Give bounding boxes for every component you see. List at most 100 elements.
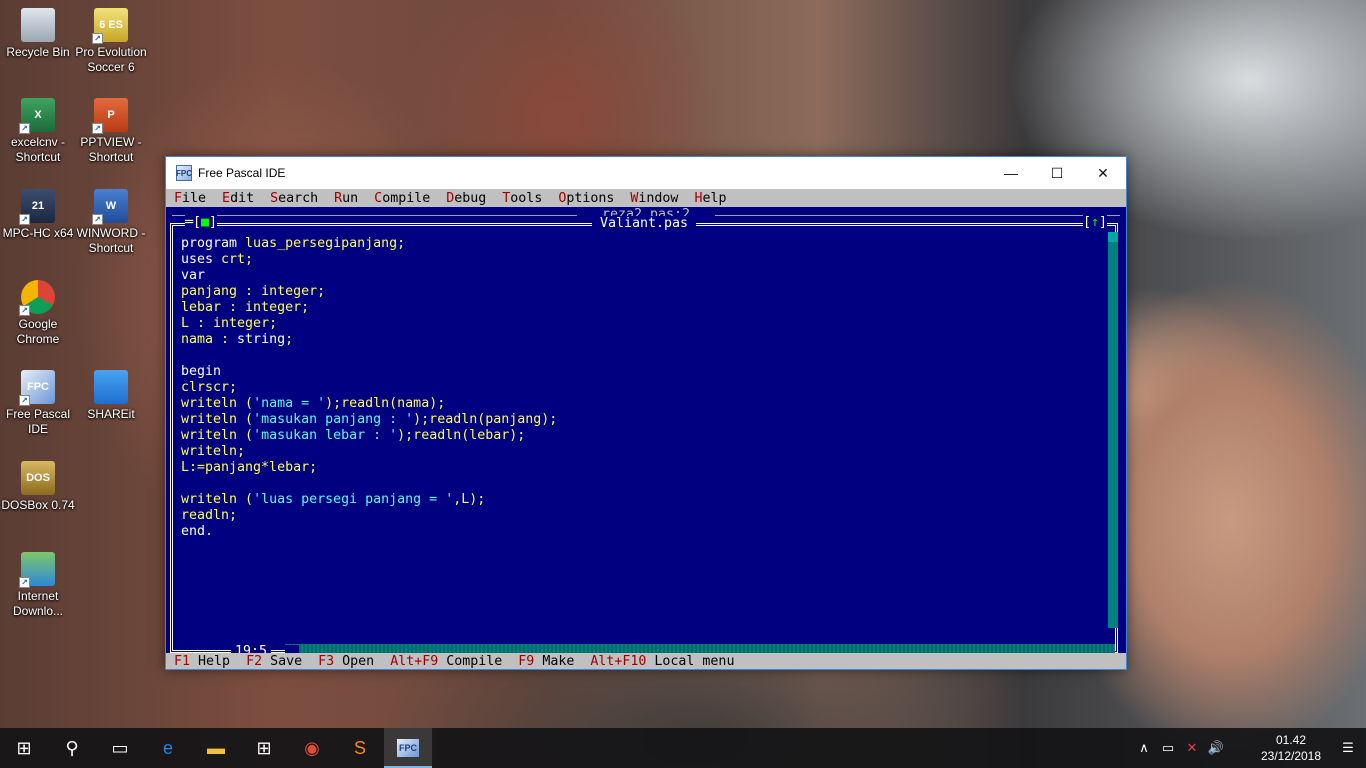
code-line[interactable]: L : integer; bbox=[181, 316, 1101, 332]
editor-zoom-box[interactable]: [↑] bbox=[1082, 215, 1107, 231]
code-line[interactable]: lebar : integer; bbox=[181, 300, 1101, 316]
code-area[interactable]: program luas_persegipanjang; uses crt; var… bbox=[181, 236, 1101, 626]
icon-glyph: X bbox=[34, 108, 42, 121]
status-help-button[interactable]: F1 Help bbox=[174, 654, 230, 669]
mpc-hc-icon: 21 ↗ bbox=[19, 189, 55, 225]
code-line[interactable]: L:=panjang*lebar; bbox=[181, 460, 1101, 476]
status-local-menu-button[interactable]: Alt+F10 Local menu bbox=[590, 654, 734, 669]
menu-options[interactable]: Options bbox=[558, 191, 614, 206]
code-line[interactable]: readln; bbox=[181, 508, 1101, 524]
menu-label: earch bbox=[278, 190, 319, 206]
status-key: F1 bbox=[174, 653, 199, 669]
desktop-icon[interactable]: 21 ↗ MPC-HC x64 bbox=[0, 189, 76, 241]
menu-label: indow bbox=[638, 190, 679, 206]
clock[interactable]: 01.42 23/12/2018 bbox=[1252, 732, 1330, 764]
shortcut-arrow-icon: ↗ bbox=[92, 33, 103, 44]
shortcut-arrow-icon: ↗ bbox=[19, 123, 30, 134]
code-line[interactable]: writeln ('masukan panjang : ');readln(pa… bbox=[181, 412, 1101, 428]
search-button[interactable]: ⚲ bbox=[48, 728, 96, 768]
edge-button[interactable]: e bbox=[144, 728, 192, 768]
status-key: Alt+F10 bbox=[590, 653, 655, 669]
desktop-icon-label: WINWORD - Shortcut bbox=[76, 226, 146, 255]
chrome-button[interactable]: ◉ bbox=[288, 728, 336, 768]
desktop-icon[interactable]: 6 ES ↗ Pro Evolution Soccer 6 bbox=[73, 8, 149, 75]
edge-icon: e bbox=[162, 737, 173, 758]
desktop-icon-label: excelcnv - Shortcut bbox=[10, 135, 66, 164]
store-button[interactable]: ⊞ bbox=[240, 728, 288, 768]
desktop-icon[interactable]: DOS DOSBox 0.74 bbox=[0, 461, 76, 513]
clock-time: 01.42 bbox=[1275, 733, 1307, 747]
file-explorer-button[interactable]: ▬ bbox=[192, 728, 240, 768]
menu-debug[interactable]: Debug bbox=[446, 191, 486, 206]
search-icon: ⚲ bbox=[65, 737, 79, 758]
editor-title: Valiant.pas bbox=[591, 216, 697, 231]
code-line[interactable]: clrscr; bbox=[181, 380, 1101, 396]
menu-tools[interactable]: Tools bbox=[502, 191, 542, 206]
code-line[interactable]: program luas_persegipanjang; bbox=[181, 236, 1101, 252]
code-line[interactable]: nama : string; bbox=[181, 332, 1101, 348]
menu-file[interactable]: File bbox=[174, 191, 206, 206]
code-line[interactable]: end. bbox=[181, 524, 1101, 540]
notifications-icon[interactable]: ☰ bbox=[1330, 740, 1366, 756]
tray-chevron-icon[interactable]: ∧ bbox=[1132, 740, 1156, 756]
desktop-icon[interactable]: SHAREit bbox=[73, 370, 149, 422]
menu-label: ools bbox=[510, 190, 543, 206]
sublime-button[interactable]: S bbox=[336, 728, 384, 768]
desktop-icon[interactable]: W ↗ WINWORD - Shortcut bbox=[73, 189, 149, 256]
editor-window[interactable]: ═[■] Valiant.pas [↑] program luas_perseg… bbox=[170, 215, 1118, 660]
menu-edit[interactable]: Edit bbox=[222, 191, 254, 206]
status-label: Open bbox=[342, 653, 375, 669]
desktop-icon[interactable]: ↗ Internet Downlo... bbox=[0, 552, 76, 619]
code-line[interactable]: writeln ('nama = ');readln(nama); bbox=[181, 396, 1101, 412]
desktop-icon[interactable]: Recycle Bin bbox=[0, 8, 76, 60]
status-compile-button[interactable]: Alt+F9 Compile bbox=[390, 654, 502, 669]
task-view-icon: ▭ bbox=[111, 737, 129, 758]
desktop-icon[interactable]: X ↗ excelcnv - Shortcut bbox=[0, 98, 76, 165]
battery-icon[interactable]: ▭ bbox=[1156, 740, 1180, 756]
status-save-button[interactable]: F2 Save bbox=[246, 654, 302, 669]
status-key: F3 bbox=[318, 653, 343, 669]
menu-compile[interactable]: Compile bbox=[374, 191, 430, 206]
menu-hotkey: C bbox=[374, 190, 383, 206]
network-icon[interactable]: ✕ bbox=[1180, 740, 1204, 756]
menu-window[interactable]: Window bbox=[630, 191, 678, 206]
desktop-icon[interactable]: P ↗ PPTVIEW - Shortcut bbox=[73, 98, 149, 165]
desktop-icon-label: DOSBox 0.74 bbox=[1, 498, 75, 512]
desktop-icon-label: Recycle Bin bbox=[6, 45, 70, 59]
code-line[interactable]: writeln ('luas persegi panjang = ',L); bbox=[181, 492, 1101, 508]
status-open-button[interactable]: F3 Open bbox=[318, 654, 374, 669]
free-pascal-taskbar-button[interactable]: FPC bbox=[384, 728, 432, 768]
desktop-icon-label: Internet Downlo... bbox=[12, 589, 64, 618]
free-pascal-app-icon: FPC bbox=[176, 165, 192, 181]
code-line[interactable]: writeln ('masukan lebar : ');readln(leba… bbox=[181, 428, 1101, 444]
free-pascal-icon: FPC ↗ bbox=[19, 370, 55, 406]
maximize-button[interactable]: ☐ bbox=[1034, 157, 1080, 189]
menu-run[interactable]: Run bbox=[334, 191, 358, 206]
code-line[interactable]: writeln; bbox=[181, 444, 1101, 460]
code-line[interactable] bbox=[181, 476, 1101, 492]
window-titlebar[interactable]: FPC Free Pascal IDE — ☐ ✕ bbox=[166, 157, 1126, 189]
minimize-button[interactable]: — bbox=[988, 157, 1034, 189]
code-line[interactable]: begin bbox=[181, 364, 1101, 380]
vertical-scrollbar[interactable] bbox=[1108, 232, 1118, 628]
code-line[interactable] bbox=[181, 348, 1101, 364]
menu-label: elp bbox=[702, 190, 727, 206]
close-button[interactable]: ✕ bbox=[1080, 157, 1126, 189]
desktop-icon-label: Google Chrome bbox=[16, 317, 60, 346]
menu-help[interactable]: Help bbox=[694, 191, 726, 206]
code-line[interactable]: uses crt; bbox=[181, 252, 1101, 268]
dosbox-icon: DOS bbox=[21, 461, 55, 495]
status-make-button[interactable]: F9 Make bbox=[518, 654, 574, 669]
desktop-icon[interactable]: ↗ Google Chrome bbox=[0, 280, 76, 347]
volume-icon[interactable]: 🔊 bbox=[1204, 740, 1228, 756]
shortcut-arrow-icon: ↗ bbox=[19, 577, 30, 588]
menu-hotkey: R bbox=[334, 190, 343, 206]
code-line[interactable]: var bbox=[181, 268, 1101, 284]
code-line[interactable]: panjang : integer; bbox=[181, 284, 1101, 300]
vertical-scroll-thumb[interactable] bbox=[1108, 232, 1118, 242]
menu-search[interactable]: Search bbox=[270, 191, 318, 206]
desktop-icon-label: PPTVIEW - Shortcut bbox=[80, 135, 142, 164]
task-view-button[interactable]: ▭ bbox=[96, 728, 144, 768]
desktop-icon[interactable]: FPC ↗ Free Pascal IDE bbox=[0, 370, 76, 437]
start-button[interactable]: ⊞ bbox=[0, 728, 48, 768]
